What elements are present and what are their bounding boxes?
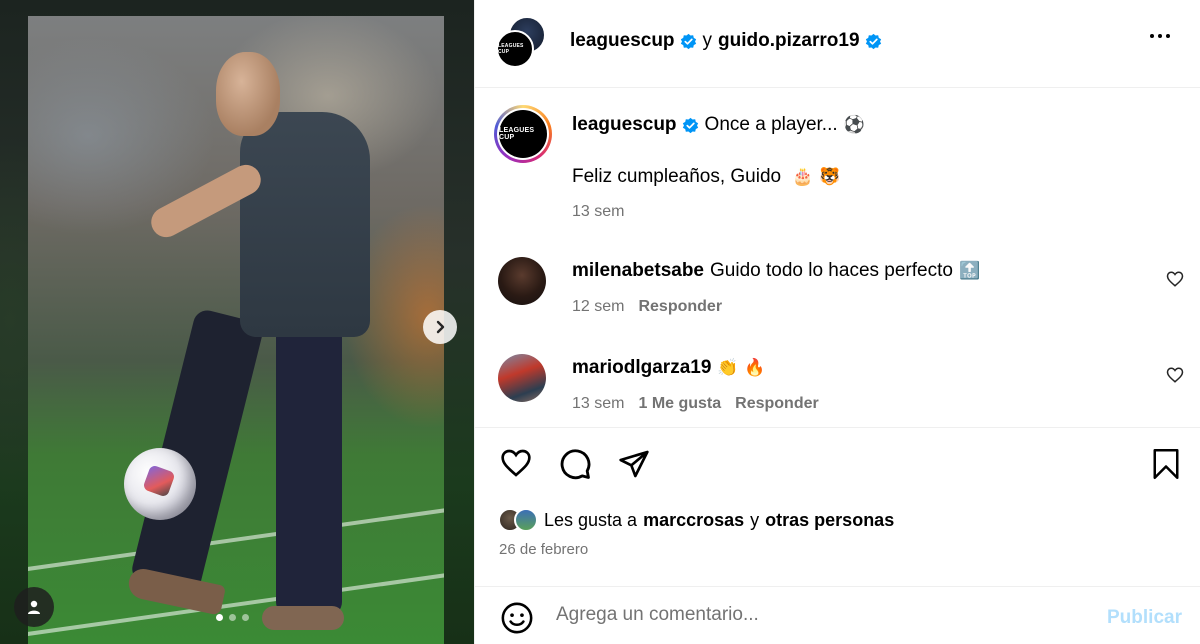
cake-tiger-emoji: 🎂 🐯 xyxy=(792,167,841,187)
more-dot xyxy=(1158,34,1162,38)
caption-line: Feliz cumpleaños, Guido 🎂 🐯 xyxy=(572,166,840,188)
soccer-ball-emoji: ⚽ xyxy=(843,115,865,135)
likes-connector: y xyxy=(750,509,760,530)
comment-input[interactable] xyxy=(556,604,1076,626)
person-torso xyxy=(240,112,370,337)
actions-divider xyxy=(474,427,1200,428)
more-dot xyxy=(1166,34,1170,38)
comment-text-line: milenabetsabe Guido todo lo haces perfec… xyxy=(572,260,980,282)
leagues-cup-logo: LEAGUES CUP xyxy=(499,127,535,141)
caption-author-avatar[interactable]: LEAGUES CUP xyxy=(494,105,552,163)
like-comment-heart-icon[interactable] xyxy=(1166,366,1184,384)
likes-summary: Les gusta a marccrosas y otras personas xyxy=(498,508,894,532)
verified-badge-icon xyxy=(682,117,699,134)
caption-username-link[interactable]: leaguescup xyxy=(572,114,677,136)
authors-conjunction: y xyxy=(702,30,713,51)
pitch-line xyxy=(28,567,444,639)
comment-timestamp[interactable]: 12 sem xyxy=(572,298,624,316)
save-bookmark-icon[interactable] xyxy=(1151,447,1181,481)
commenter-avatar[interactable] xyxy=(498,257,546,305)
clap-fire-emoji: 👏 🔥 xyxy=(717,358,766,378)
caption-text: Once a player... xyxy=(704,114,838,135)
commenter-username-link[interactable]: mariodlgarza19 xyxy=(572,357,711,379)
likes-prefix: Les gusta a xyxy=(544,509,638,530)
post-photo[interactable] xyxy=(28,16,444,644)
soccer-ball xyxy=(124,448,196,520)
share-paper-plane-icon[interactable] xyxy=(617,448,651,480)
user-icon xyxy=(28,600,40,614)
comment-text-line: mariodlgarza19 👏 🔥 xyxy=(572,357,765,379)
leagues-cup-logo: LEAGUES CUP xyxy=(498,43,524,55)
post-authors: leaguescup y guido.pizarro19 xyxy=(570,30,882,52)
commenter-avatar[interactable] xyxy=(498,354,546,402)
reply-button[interactable]: Responder xyxy=(735,395,819,413)
tagged-users-button[interactable] xyxy=(14,587,54,627)
liker-username-link[interactable]: marccrosas xyxy=(643,510,744,531)
collaborator-username-link[interactable]: guido.pizarro19 xyxy=(718,30,859,52)
reply-button[interactable]: Responder xyxy=(638,298,722,316)
post-dialog: LEAGUES CUP leaguescup y guido.pizarro19… xyxy=(0,0,1200,644)
carousel-dot xyxy=(216,614,223,621)
more-options-button[interactable] xyxy=(1150,34,1170,38)
avatar-ring-gap: LEAGUES CUP xyxy=(497,108,549,160)
comment-meta: 13 sem 1 Me gusta Responder xyxy=(572,395,819,413)
person-shoe xyxy=(262,606,344,630)
comment-likes-count[interactable]: 1 Me gusta xyxy=(638,395,721,413)
chevron-right-icon xyxy=(436,320,445,334)
comment-bubble-icon[interactable] xyxy=(558,447,592,481)
author-username-link[interactable]: leaguescup xyxy=(570,30,675,52)
publish-button[interactable]: Publicar xyxy=(1107,607,1182,629)
post-media xyxy=(0,0,474,644)
carousel-dot xyxy=(229,614,236,621)
verified-badge-icon xyxy=(865,33,882,50)
like-heart-icon[interactable] xyxy=(499,447,533,479)
more-dot xyxy=(1150,34,1154,38)
verified-badge-icon xyxy=(680,33,697,50)
carousel-dot xyxy=(242,614,249,621)
caption-text: Feliz cumpleaños, Guido xyxy=(572,166,782,187)
comment-meta: 12 sem Responder xyxy=(572,298,722,316)
other-likers-link[interactable]: otras personas xyxy=(765,510,894,531)
comment-text: Guido todo lo haces perfecto xyxy=(710,260,953,281)
pitch-line xyxy=(28,502,444,574)
post-date[interactable]: 26 de febrero xyxy=(499,541,588,558)
comment-timestamp[interactable]: 13 sem xyxy=(572,395,624,413)
like-comment-heart-icon[interactable] xyxy=(1166,270,1184,288)
next-slide-button[interactable] xyxy=(423,310,457,344)
carousel-indicator xyxy=(216,614,249,621)
person-leg xyxy=(276,316,342,616)
person-head xyxy=(216,52,280,136)
emoji-smiley-icon[interactable] xyxy=(500,601,534,635)
top-emoji: 🔝 xyxy=(958,261,981,281)
caption-line: leaguescup Once a player... ⚽ xyxy=(572,114,865,136)
caption-timestamp[interactable]: 13 sem xyxy=(572,203,624,221)
commenter-username-link[interactable]: milenabetsabe xyxy=(572,260,704,282)
avatar-logo: LEAGUES CUP xyxy=(499,110,547,158)
liker-avatar[interactable] xyxy=(514,508,538,532)
author-avatar[interactable]: LEAGUES CUP xyxy=(496,30,534,68)
